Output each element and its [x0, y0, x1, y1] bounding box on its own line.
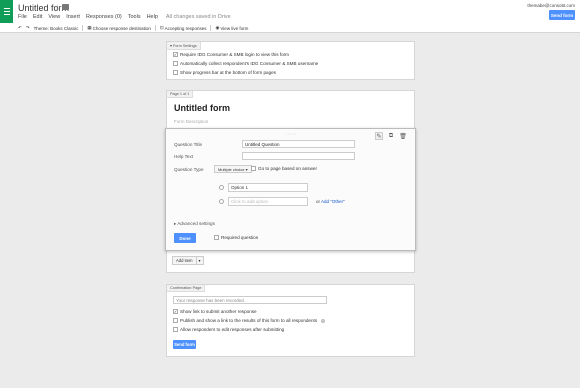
user-email[interactable]: themabe@conso5t.com	[527, 3, 575, 8]
view-live-form-label: View live form	[220, 25, 249, 31]
progress-bar-label: Show progress bar at the bottom of form …	[180, 70, 277, 75]
table-icon: ▦	[87, 25, 92, 30]
submit-another-label: Show link to submit another response	[180, 309, 257, 314]
accepting-responses-button[interactable]: ⊡ Accepting responses	[160, 25, 207, 31]
require-login-option[interactable]: ✓ Require IDG Consumer & SMB login to vi…	[173, 52, 289, 57]
theme-button[interactable]: Theme: Books Classic	[34, 26, 79, 31]
save-status: All changes saved in Drive	[165, 14, 231, 20]
required-question-label: Required question	[221, 235, 259, 240]
question-type-select[interactable]: Multiple choice ▾	[214, 165, 252, 173]
menu-tools[interactable]: Tools	[128, 14, 141, 20]
advanced-settings-label: Advanced settings	[177, 221, 215, 226]
publish-results-label: Publish and show a link to the results o…	[180, 318, 318, 323]
edit-responses-option[interactable]: Allow responders to edit responses after…	[173, 327, 284, 332]
response-destination-button[interactable]: ▦ Choose response destination	[87, 25, 151, 31]
menu-responses[interactable]: Responses (0)	[86, 14, 122, 20]
option-radio	[219, 185, 224, 190]
page-tab[interactable]: Page 1 of 1	[167, 91, 194, 98]
menu-help[interactable]: Help	[147, 14, 158, 20]
menu-file[interactable]: File	[18, 14, 27, 20]
option-radio	[219, 199, 224, 204]
add-other-text: or Add "Other"	[316, 199, 345, 204]
form-settings-panel: ▾ Form Settings ✓ Require IDG Consumer &…	[166, 41, 415, 80]
submit-another-checkbox[interactable]: ✓	[173, 309, 178, 314]
publish-results-checkbox[interactable]	[173, 318, 178, 323]
add-item-button[interactable]: Add item ▾	[172, 256, 204, 265]
submit-another-option[interactable]: ✓ Show link to submit another response	[173, 309, 257, 314]
add-option-row: Click to add option or Add "Other"	[219, 197, 345, 206]
go-to-page-option[interactable]: Go to page based on answer	[251, 166, 317, 171]
confirmation-page-tab[interactable]: Confirmation Page	[167, 285, 206, 292]
toolbar-divider	[82, 25, 84, 31]
form-description[interactable]: Form Description	[174, 119, 208, 124]
confirmation-message-input[interactable]: Your response has been recorded.	[173, 296, 327, 304]
question-tools: ✎ ⧉ 🗑	[375, 132, 407, 140]
advanced-settings-toggle[interactable]: ▸ Advanced settings	[174, 221, 215, 227]
form-settings-tab[interactable]: ▾ Form Settings	[167, 42, 201, 50]
drag-handle[interactable]: :::::	[286, 131, 297, 136]
question-type-label: Question Type	[174, 167, 204, 172]
duplicate-icon[interactable]: ⧉	[387, 132, 395, 140]
require-login-checkbox[interactable]: ✓	[173, 52, 178, 57]
forms-app-icon[interactable]	[0, 0, 13, 23]
toolbar-divider	[210, 25, 212, 31]
help-text-label: Help Text	[174, 154, 194, 159]
edit-responses-label: Allow responders to edit responses after…	[180, 327, 285, 332]
undo-icon[interactable]: ↶	[18, 25, 22, 31]
chevron-down-icon[interactable]: ▾	[195, 257, 203, 264]
or-label: or	[316, 199, 321, 204]
question-title-input[interactable]: Untitled Question	[242, 140, 355, 148]
help-text-input[interactable]	[242, 152, 355, 160]
star-icon[interactable]: ☆	[54, 3, 61, 12]
progress-bar-option[interactable]: Show progress bar at the bottom of form …	[173, 70, 276, 75]
menu-edit[interactable]: Edit	[33, 14, 42, 20]
question-editor: ::::: ✎ ⧉ 🗑 Question Title Untitled Ques…	[165, 128, 416, 251]
required-question-option[interactable]: Required question	[214, 235, 258, 240]
go-to-page-label: Go to page based on answer	[258, 166, 317, 171]
add-item-label: Add item	[176, 258, 193, 263]
question-title-label: Question Title	[174, 142, 203, 147]
send-form-button[interactable]: Send form	[549, 10, 575, 20]
collect-username-option[interactable]: Automatically collect respondent's IDG C…	[173, 61, 318, 66]
confirmation-page-panel: Confirmation Page Your response has been…	[166, 284, 415, 357]
option-row: Option 1	[219, 183, 308, 192]
redo-icon[interactable]: ↷	[26, 25, 30, 31]
require-login-label: Require IDG Consumer & SMB login to view…	[180, 52, 290, 57]
form-settings-tab-label: Form Settings	[172, 44, 197, 48]
help-icon[interactable]: ?	[321, 318, 326, 323]
response-destination-label: Choose response destination	[92, 25, 151, 31]
question-type-value: Multiple choice	[218, 167, 245, 172]
send-form-bottom-button[interactable]: Send form	[173, 340, 196, 349]
go-to-page-checkbox[interactable]	[251, 166, 256, 171]
edit-responses-checkbox[interactable]	[173, 327, 178, 332]
eye-icon: ◉	[215, 25, 220, 30]
required-question-checkbox[interactable]	[214, 235, 219, 240]
form-title[interactable]: Untitled form	[174, 103, 230, 113]
toolbar: ↶ ↷ Theme: Books Classic ▦ Choose respons…	[0, 23, 580, 33]
folder-icon[interactable]	[62, 4, 69, 10]
menu-bar: File Edit View Insert Responses (0) Tool…	[18, 14, 231, 20]
toolbar-divider	[154, 25, 156, 31]
view-live-form-button[interactable]: ◉ View live form	[215, 25, 248, 31]
edit-icon[interactable]: ✎	[375, 132, 383, 140]
delete-icon[interactable]: 🗑	[399, 132, 407, 140]
progress-bar-checkbox[interactable]	[173, 70, 178, 75]
menu-insert[interactable]: Insert	[66, 14, 80, 20]
collect-username-label: Automatically collect respondent's IDG C…	[180, 61, 319, 66]
option-1-input[interactable]: Option 1	[228, 183, 308, 192]
publish-results-option[interactable]: Publish and show a link to the results o…	[173, 318, 326, 323]
done-button[interactable]: Done	[174, 233, 196, 243]
collect-username-checkbox[interactable]	[173, 61, 178, 66]
accepting-responses-label: Accepting responses	[164, 25, 207, 31]
add-other-link[interactable]: Add "Other"	[321, 199, 345, 204]
menu-view[interactable]: View	[48, 14, 60, 20]
add-option-input[interactable]: Click to add option	[228, 197, 308, 206]
inbox-icon: ⊡	[159, 25, 164, 30]
